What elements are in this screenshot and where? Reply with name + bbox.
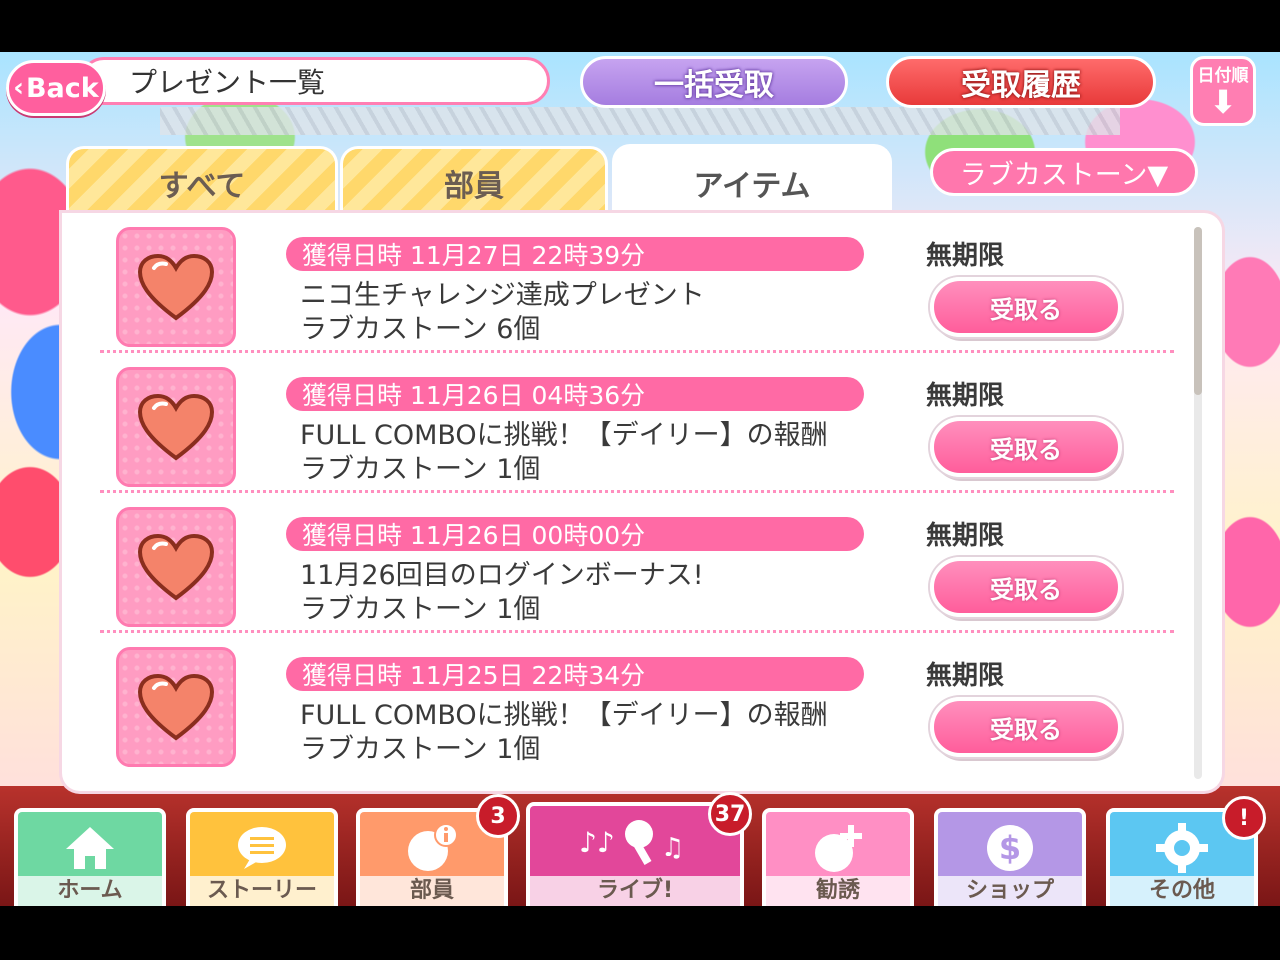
nav-other-label: その他 xyxy=(1110,876,1254,906)
expiry-label: 無期限 xyxy=(926,381,1005,411)
acquired-date: 獲得日時 11月26日 00時00分 xyxy=(286,517,864,551)
list-item: 獲得日時 11月26日 00時00分 11月26回目のログインボーナス! ラブカ… xyxy=(62,493,1192,633)
svg-text:$: $ xyxy=(999,829,1021,867)
tab-members[interactable]: 部員 xyxy=(340,146,608,216)
receive-button[interactable]: 受取る xyxy=(930,417,1122,477)
stage-truss xyxy=(160,107,1120,135)
microphone-icon: ♪♪ ♫ xyxy=(575,816,695,868)
present-quantity: ラブカストーン 1個 xyxy=(300,454,541,485)
nav-home[interactable]: ホーム xyxy=(14,808,166,906)
present-list[interactable]: 獲得日時 11月27日 22時39分 ニコ生チャレンジ達成プレゼント ラブカスト… xyxy=(62,213,1222,791)
nav-story-label: ストーリー xyxy=(190,876,334,906)
back-label: Back xyxy=(25,72,99,104)
acquired-date: 獲得日時 11月27日 22時39分 xyxy=(286,237,864,271)
bulk-receive-button[interactable]: 一括受取 xyxy=(580,56,848,108)
live-notification-badge: 37 xyxy=(708,792,752,836)
nav-home-label: ホーム xyxy=(18,876,162,906)
member-info-icon xyxy=(404,822,460,874)
tab-all-label: すべて xyxy=(158,168,246,204)
expiry-label: 無期限 xyxy=(926,661,1005,691)
item-filter-dropdown[interactable]: ラブカストーン▼ xyxy=(930,148,1198,196)
bulk-receive-label: 一括受取 xyxy=(654,68,774,103)
nav-members-label: 部員 xyxy=(360,876,504,906)
receive-history-label: 受取履歴 xyxy=(961,68,1081,103)
tab-members-label: 部員 xyxy=(444,168,504,204)
bottom-nav: ホーム ストーリー 部員 ♪♪ ♫ ライブ! 勧誘 $ ショップ その他 xyxy=(0,800,1280,906)
coin-icon: $ xyxy=(984,822,1036,874)
back-button[interactable]: ‹ Back xyxy=(6,60,106,116)
list-item: 獲得日時 11月25日 22時34分 FULL COMBOに挑戦！【デイリー】の… xyxy=(62,633,1192,773)
tab-items[interactable]: アイテム xyxy=(612,144,892,218)
chevron-left-icon: ‹ xyxy=(13,73,24,103)
nav-shop[interactable]: $ ショップ xyxy=(934,808,1086,906)
list-item: 獲得日時 11月27日 22時39分 ニコ生チャレンジ達成プレゼント ラブカスト… xyxy=(62,213,1192,353)
nav-shop-label: ショップ xyxy=(938,876,1082,906)
expiry-label: 無期限 xyxy=(926,241,1005,271)
present-quantity: ラブカストーン 6個 xyxy=(300,314,541,345)
scrollbar-thumb[interactable] xyxy=(1194,227,1202,395)
heart-icon xyxy=(116,507,236,627)
heart-icon xyxy=(116,227,236,347)
present-quantity: ラブカストーン 1個 xyxy=(300,594,541,625)
svg-text:♫: ♫ xyxy=(661,833,684,863)
tab-all[interactable]: すべて xyxy=(66,146,338,216)
scrollbar[interactable] xyxy=(1194,227,1202,779)
members-notification-badge: 3 xyxy=(476,794,520,838)
acquired-date: 獲得日時 11月26日 04時36分 xyxy=(286,377,864,411)
receive-button[interactable]: 受取る xyxy=(930,557,1122,617)
nav-scout[interactable]: 勧誘 xyxy=(762,808,914,906)
receive-history-button[interactable]: 受取履歴 xyxy=(886,56,1156,108)
tab-items-label: アイテム xyxy=(693,168,811,204)
arrow-down-icon: ⬇ xyxy=(1209,83,1237,121)
present-quantity: ラブカストーン 1個 xyxy=(300,734,541,765)
page-title: プレゼント一覧 xyxy=(80,57,550,105)
receive-button[interactable]: 受取る xyxy=(930,277,1122,337)
acquired-date: 獲得日時 11月25日 22時34分 xyxy=(286,657,864,691)
list-item: 獲得日時 11月26日 04時36分 FULL COMBOに挑戦！【デイリー】の… xyxy=(62,353,1192,493)
receive-button[interactable]: 受取る xyxy=(930,697,1122,757)
gear-icon xyxy=(1156,822,1208,874)
sort-by-date-button[interactable]: 日付順 ⬇ xyxy=(1190,56,1256,126)
heart-icon xyxy=(116,367,236,487)
page-title-text: プレゼント一覧 xyxy=(129,66,326,99)
svg-text:♪♪: ♪♪ xyxy=(579,826,615,859)
heart-icon xyxy=(116,647,236,767)
home-icon xyxy=(64,822,116,874)
nav-scout-label: 勧誘 xyxy=(766,876,910,906)
nav-story[interactable]: ストーリー xyxy=(186,808,338,906)
expiry-label: 無期限 xyxy=(926,521,1005,551)
add-member-icon xyxy=(810,822,866,874)
other-notification-badge: ! xyxy=(1222,796,1266,840)
nav-live-label: ライブ! xyxy=(530,876,740,906)
speech-bubble-icon xyxy=(236,822,288,874)
item-filter-label: ラブカストーン▼ xyxy=(959,159,1169,191)
